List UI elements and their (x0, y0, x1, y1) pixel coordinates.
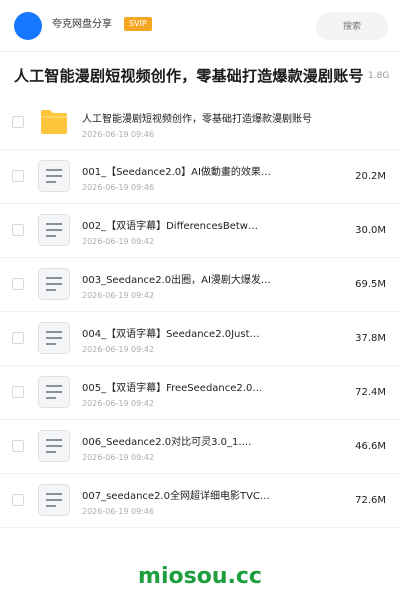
file-date: 2026-06-19 09:46 (82, 507, 155, 516)
file-date: 2026-06-19 09:42 (82, 237, 155, 246)
header: 夸克网盘分享 SVIP (0, 0, 400, 52)
row-checkbox[interactable] (12, 170, 24, 182)
document-icon (38, 322, 70, 354)
watermark: miosou.cc (138, 564, 262, 589)
file-date: 2026-06-19 09:42 (82, 345, 155, 354)
file-name: 006_Seedance2.0对比可灵3.0_1.… (82, 437, 252, 448)
share-page: 夸克网盘分享 SVIP 人工智能漫剧短视频创作，零基础打造爆款漫剧账号 1.8G… (0, 0, 400, 600)
share-title: 夸克网盘分享 (52, 19, 112, 30)
document-icon (38, 376, 70, 408)
file-size: 20.2M (355, 171, 386, 182)
file-row[interactable]: 001_【Seedance2.0】AI做動畫的效果… 2026-06-19 09… (0, 150, 400, 204)
svip-badge: SVIP (124, 17, 152, 31)
folder-row[interactable]: 人工智能漫剧短视频创作，零基础打造爆款漫剧账号 2026-06-19 09:46 (0, 96, 400, 150)
file-row[interactable]: 007_seedance2.0全网超详细电影TVC… 2026-06-19 09… (0, 474, 400, 528)
file-size: 72.6M (355, 495, 386, 506)
file-date: 2026-06-19 09:42 (82, 291, 155, 300)
file-size: 69.5M (355, 279, 386, 290)
row-checkbox[interactable] (12, 440, 24, 452)
file-name: 004_【双语字幕】Seedance2.0Just… (82, 329, 260, 340)
document-icon (38, 268, 70, 300)
document-icon (38, 214, 70, 246)
row-checkbox[interactable] (12, 494, 24, 506)
file-name: 001_【Seedance2.0】AI做動畫的效果… (82, 167, 271, 178)
row-checkbox[interactable] (12, 278, 24, 290)
file-row[interactable]: 006_Seedance2.0对比可灵3.0_1.… 2026-06-19 09… (0, 420, 400, 474)
file-size: 72.4M (355, 387, 386, 398)
search-input[interactable] (316, 12, 388, 40)
file-row[interactable]: 005_【双语字幕】FreeSeedance2.0… 2026-06-19 09… (0, 366, 400, 420)
file-row[interactable]: 002_【双语字幕】DifferencesBetw… 2026-06-19 09… (0, 204, 400, 258)
total-size: 1.8G (368, 71, 390, 81)
row-checkbox[interactable] (12, 386, 24, 398)
file-name: 007_seedance2.0全网超详细电影TVC… (82, 491, 270, 502)
file-row[interactable]: 004_【双语字幕】Seedance2.0Just… 2026-06-19 09… (0, 312, 400, 366)
file-date: 2026-06-19 09:42 (82, 453, 155, 462)
document-icon (38, 160, 70, 192)
document-icon (38, 484, 70, 516)
document-icon (38, 430, 70, 462)
folder-name: 人工智能漫剧短视频创作，零基础打造爆款漫剧账号 (82, 114, 312, 125)
file-row[interactable]: 003_Seedance2.0出圈，AI漫剧大爆发… 2026-06-19 09… (0, 258, 400, 312)
file-name: 005_【双语字幕】FreeSeedance2.0… (82, 383, 263, 394)
avatar[interactable] (14, 12, 42, 40)
file-list: 人工智能漫剧短视频创作，零基础打造爆款漫剧账号 2026-06-19 09:46… (0, 96, 400, 528)
file-size: 37.8M (355, 333, 386, 344)
folder-date: 2026-06-19 09:46 (82, 130, 155, 139)
file-name: 003_Seedance2.0出圈，AI漫剧大爆发… (82, 275, 271, 286)
page-title: 人工智能漫剧短视频创作，零基础打造爆款漫剧账号 (14, 67, 364, 85)
file-size: 46.6M (355, 441, 386, 452)
title-row: 人工智能漫剧短视频创作，零基础打造爆款漫剧账号 1.8G (0, 56, 400, 96)
row-checkbox[interactable] (12, 332, 24, 344)
file-size: 30.0M (355, 225, 386, 236)
row-checkbox[interactable] (12, 116, 24, 128)
row-checkbox[interactable] (12, 224, 24, 236)
file-name: 002_【双语字幕】DifferencesBetw… (82, 221, 258, 232)
folder-icon (41, 110, 67, 134)
file-date: 2026-06-19 09:42 (82, 399, 155, 408)
file-date: 2026-06-19 09:46 (82, 183, 155, 192)
